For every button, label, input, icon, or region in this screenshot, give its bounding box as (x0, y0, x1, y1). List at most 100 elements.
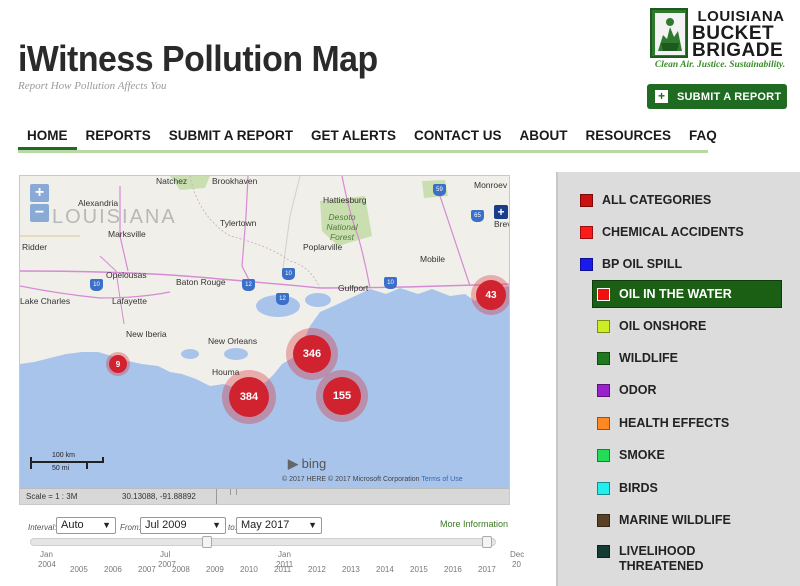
category-chemical-accidents[interactable]: CHEMICAL ACCIDENTS (580, 218, 744, 246)
map-place-new-iberia: New Iberia (126, 329, 167, 339)
map-zoom-in-button[interactable]: + (30, 184, 49, 202)
pollution-map[interactable]: + − + LOUISIANA Natchez Brookhaven Monro… (19, 175, 510, 505)
map-scale-ratio: Scale = 1 : 3M (26, 492, 78, 501)
map-place-marksville: Marksville (108, 229, 146, 239)
nav-about[interactable]: ABOUT (511, 128, 577, 150)
map-place-tylertown: Tylertown (220, 218, 257, 228)
nav-submit-report[interactable]: SUBMIT A REPORT (160, 128, 302, 150)
timeline-slider-track[interactable] (30, 538, 496, 546)
cluster-count: 346 (293, 335, 331, 373)
timeline-year: 2009 (206, 565, 224, 574)
category-marine-wildlife[interactable]: MARINE WILDLIFE (597, 506, 731, 534)
timeline-major-month: Jan (278, 550, 291, 559)
highway-shield-10a: 10 (384, 277, 397, 289)
timeline-slider-end-handle[interactable] (481, 536, 492, 548)
timeline-axis: Jan 2004 Jul 2007 Jan 2011 Dec 20 2005 2… (18, 548, 528, 586)
map-place-baton-rouge: Baton Rouge (176, 277, 226, 287)
site-title[interactable]: iWitness Pollution Map (18, 38, 378, 80)
plus-icon: + (655, 90, 668, 103)
category-label: OIL IN THE WATER (619, 287, 732, 301)
to-date-value: May 2017 (241, 519, 290, 531)
timeline-year: 2014 (376, 565, 394, 574)
highway-shield-12b: 12 (276, 293, 289, 305)
timeline-year: 2008 (172, 565, 190, 574)
map-place-gulfport: Gulfport (338, 283, 369, 293)
timeline-year: 2015 (410, 565, 428, 574)
category-swatch (597, 513, 610, 527)
bucket-brigade-emblem-icon (650, 8, 688, 58)
logo-slogan: Clean Air. Justice. Sustainability. (654, 60, 786, 70)
report-cluster-43[interactable]: 43 (471, 275, 509, 315)
nav-home[interactable]: HOME (18, 128, 77, 150)
timeline-year: 2006 (104, 565, 122, 574)
category-all[interactable]: ALL CATEGORIES (580, 186, 711, 214)
from-date-select[interactable]: Jul 2009 ▼ (140, 517, 226, 534)
timeline-major-year: 20 (512, 560, 521, 569)
report-cluster-155[interactable]: 155 (316, 370, 368, 422)
map-place-mobile: Mobile (420, 254, 446, 264)
category-swatch (597, 481, 610, 495)
scale-bar-tick (30, 457, 32, 469)
category-bp-oil-spill[interactable]: BP OIL SPILL (580, 250, 682, 278)
category-livelihood-threatened[interactable]: LIVELIHOOD THREATENED (597, 544, 747, 578)
map-place-natchez: Natchez (156, 176, 188, 186)
map-place-alexandria: Alexandria (78, 198, 119, 208)
category-odor[interactable]: ODOR (597, 376, 657, 404)
scale-bar-line (30, 461, 102, 463)
status-tick (230, 489, 231, 495)
interval-select[interactable]: Auto ▼ (56, 517, 116, 534)
bing-icon: ▶ (288, 456, 298, 471)
report-cluster-9[interactable]: 9 (106, 352, 130, 376)
category-oil-in-the-water[interactable]: OIL IN THE WATER (592, 280, 782, 308)
map-place-hattiesburg: Hattiesburg (323, 195, 367, 205)
nav-contact-us[interactable]: CONTACT US (405, 128, 511, 150)
timeline-year: 2010 (240, 565, 258, 574)
category-swatch (597, 287, 610, 301)
nav-faq[interactable]: FAQ (680, 128, 726, 150)
map-navigation-plus-icon[interactable]: + (494, 205, 508, 219)
timeline-slider-start-handle[interactable] (202, 536, 213, 548)
category-swatch (597, 383, 610, 397)
category-label: WILDLIFE (619, 351, 679, 365)
map-place-opelousas: Opelousas (106, 270, 147, 280)
cluster-count: 43 (476, 280, 506, 310)
map-zoom-out-button[interactable]: − (30, 204, 49, 222)
category-swatch (597, 545, 610, 558)
report-cluster-384[interactable]: 384 (222, 370, 276, 424)
category-swatch (597, 416, 610, 430)
scale-km-label: 100 km (52, 452, 75, 459)
interval-label: Interval: (28, 523, 57, 532)
timeline-year: 2011 (274, 565, 292, 574)
category-swatch (597, 448, 610, 462)
category-wildlife[interactable]: WILDLIFE (597, 344, 678, 372)
to-date-select[interactable]: May 2017 ▼ (236, 517, 322, 534)
more-information-link[interactable]: More Information (440, 519, 508, 529)
category-health-effects[interactable]: HEALTH EFFECTS (597, 409, 729, 437)
nav-get-alerts[interactable]: GET ALERTS (302, 128, 405, 150)
map-place-brewton: Brev (494, 219, 510, 229)
map-terms-link[interactable]: Terms of Use (421, 476, 462, 483)
timeline-year: 2017 (478, 565, 496, 574)
louisiana-bucket-brigade-logo[interactable]: LOUISIANA BUCKET BRIGADE Clean Air. Just… (650, 8, 790, 72)
category-filter-panel: ALL CATEGORIES CHEMICAL ACCIDENTS BP OIL… (556, 172, 800, 586)
category-swatch (580, 193, 593, 207)
scale-mi-label: 50 mi (52, 465, 70, 472)
category-oil-onshore[interactable]: OIL ONSHORE (597, 312, 706, 340)
category-swatch (597, 351, 610, 365)
map-coordinates: 30.13088, -91.88892 (122, 492, 196, 501)
category-label: BP OIL SPILL (602, 257, 683, 271)
timeline-year: 2013 (342, 565, 360, 574)
timeline-major-month: Dec (510, 550, 525, 559)
nav-reports[interactable]: REPORTS (77, 128, 160, 150)
header-submit-report-button[interactable]: + SUBMIT A REPORT (647, 84, 787, 109)
nav-resources[interactable]: RESOURCES (577, 128, 681, 150)
map-place-lafayette: Lafayette (112, 296, 147, 306)
highway-shield-10c: 10 (90, 279, 103, 291)
category-label: ODOR (619, 383, 657, 397)
category-birds[interactable]: BIRDS (597, 474, 658, 502)
site-tagline: Report How Pollution Affects You (18, 80, 167, 92)
timeline-controls: Interval: Auto ▼ From: Jul 2009 ▼ to: Ma… (28, 516, 508, 536)
highway-shield-59: 59 (433, 184, 446, 196)
category-smoke[interactable]: SMOKE (597, 441, 665, 469)
highway-shield-10b: 10 (282, 268, 295, 280)
